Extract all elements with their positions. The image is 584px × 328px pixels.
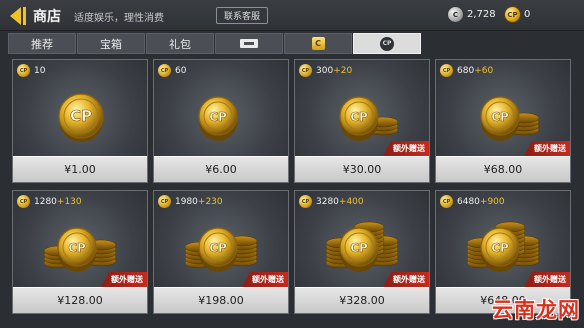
tab-bundles[interactable]: 礼包	[146, 33, 214, 54]
back-button[interactable]	[0, 2, 35, 29]
cp-coin-label: CP	[350, 110, 368, 124]
watermark: 云南龙网	[492, 298, 580, 322]
buy-button[interactable]: ¥1.00	[13, 156, 147, 182]
product-card[interactable]: CP 680 +60 CP 额外赠送 ¥68.00	[435, 59, 571, 183]
c-currency-icon: C	[311, 37, 325, 50]
buy-button[interactable]: ¥328.00	[295, 287, 429, 313]
page-title: 商店	[33, 9, 61, 25]
tab-c-currency[interactable]: C	[284, 33, 352, 54]
tab-crates[interactable]: 宝箱	[77, 33, 145, 54]
product-card[interactable]: CP 1280 +130 CP 额外赠送 ¥128.00	[12, 190, 148, 314]
tab-recommended[interactable]: 推荐	[8, 33, 76, 54]
cp-balance[interactable]: CP 0	[504, 6, 530, 23]
cp-coin-label: CP	[491, 110, 509, 124]
c-currency-icon: C	[447, 6, 464, 23]
cp-coin-stack-icon: CP	[58, 93, 104, 142]
product-card[interactable]: CP 3280 +400 CP 额外赠送 ¥328.00	[294, 190, 430, 314]
shop-tabs: 推荐 宝箱 礼包 C CP	[8, 33, 576, 54]
bonus-badge: 额外赠送	[242, 272, 288, 287]
buy-button[interactable]: ¥68.00	[436, 156, 570, 182]
product-card[interactable]: CP 60 CP ¥6.00	[153, 59, 289, 183]
tab-tickets[interactable]	[215, 33, 283, 54]
back-arrow-icon	[9, 6, 21, 25]
tab-cp-currency[interactable]: CP	[353, 33, 421, 54]
cp-coin-label: CP	[209, 241, 227, 255]
bonus-badge: 额外赠送	[524, 272, 570, 287]
buy-button[interactable]: ¥6.00	[154, 156, 288, 182]
cp-coin-label: CP	[209, 110, 227, 124]
cp-coin-stack-icon: CP	[198, 96, 238, 141]
cp-coin-label: CP	[70, 107, 92, 125]
buy-button[interactable]: ¥30.00	[295, 156, 429, 182]
c-balance-value: 2,728	[467, 9, 496, 20]
buy-button[interactable]: ¥128.00	[13, 287, 147, 313]
page-subtitle: 适度娱乐，理性消费	[74, 13, 164, 24]
cp-currency-icon: CP	[380, 36, 394, 51]
bonus-badge: 额外赠送	[383, 141, 429, 156]
product-card[interactable]: CP 300 +20 CP 额外赠送 ¥30.00	[294, 59, 430, 183]
back-bar-icon	[22, 6, 26, 25]
bonus-badge: 额外赠送	[383, 272, 429, 287]
product-card[interactable]: CP 1980 +230 CP 额外赠送 ¥198.00	[153, 190, 289, 314]
top-bar: 商店 适度娱乐，理性消费 联系客服 C 2,728 CP 0	[0, 0, 584, 31]
cp-coin-label: CP	[350, 241, 368, 255]
cp-currency-icon: CP	[504, 6, 521, 23]
ticket-icon	[240, 39, 258, 48]
cp-coin-label: CP	[491, 241, 509, 255]
bonus-badge: 额外赠送	[101, 272, 147, 287]
bonus-badge: 额外赠送	[524, 141, 570, 156]
contact-support-button[interactable]: 联系客服	[216, 7, 268, 24]
c-balance[interactable]: C 2,728	[447, 6, 496, 23]
buy-button[interactable]: ¥198.00	[154, 287, 288, 313]
product-card[interactable]: CP 10 CP ¥1.00	[12, 59, 148, 183]
cp-balance-value: 0	[524, 9, 531, 20]
product-grid: CP 10 CP ¥1.00 CP 60 CP ¥6.00 CP 300 +20 CP 额外赠送 ¥30.…	[12, 59, 571, 314]
cp-coin-label: CP	[68, 241, 86, 255]
